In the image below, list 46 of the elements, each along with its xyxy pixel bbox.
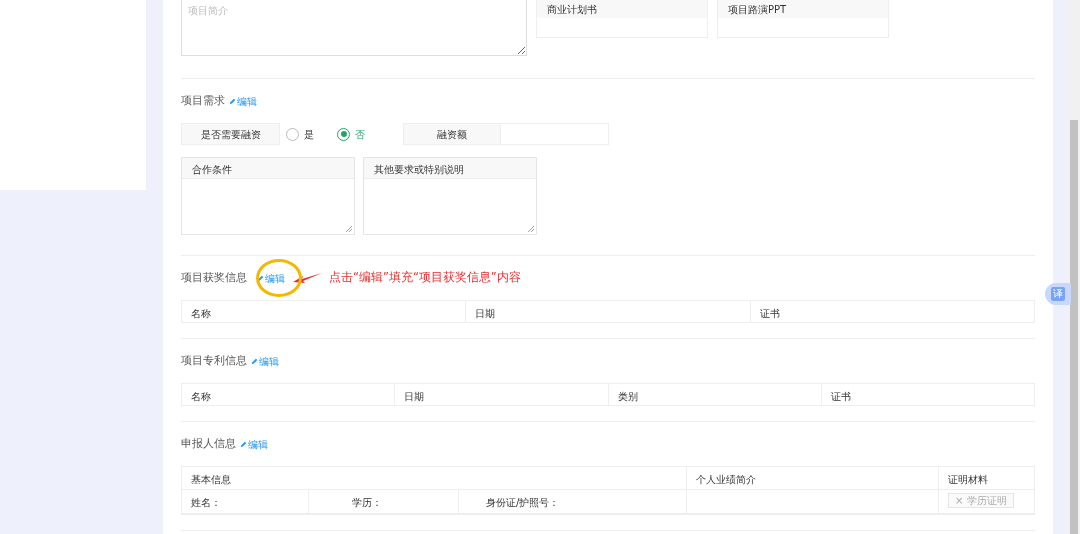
text-area[interactable]: 合作条件 <box>181 157 355 235</box>
edit-link[interactable]: 编辑 <box>240 436 268 452</box>
column-header: 证书 <box>820 384 1034 405</box>
attachment-box[interactable]: 商业计划书 <box>536 0 708 38</box>
column-header: 证书 <box>749 301 1034 322</box>
field-label: 是否需要融资 <box>181 123 280 145</box>
radio-option[interactable]: 是 <box>286 126 331 142</box>
edit-link[interactable]: 编辑 <box>257 270 285 286</box>
edit-link[interactable]: 编辑 <box>251 353 279 369</box>
column-header: 名称 <box>190 390 212 404</box>
resize-grip-icon[interactable] <box>528 226 534 232</box>
column-header: 个人业绩简介 <box>686 467 938 489</box>
section-title: 项目需求 <box>181 92 225 109</box>
annotation-text: 点击“编辑”填充“项目获奖信息”内容 <box>329 269 521 287</box>
proof-button[interactable]: × 学历证明 <box>948 493 1015 508</box>
text-area[interactable]: 其他要求或特别说明 <box>363 157 537 235</box>
column-header: 类别 <box>607 384 821 405</box>
column-header: 日期 <box>394 384 608 405</box>
column-header: 证明材料 <box>938 467 1034 489</box>
pencil-icon <box>240 440 247 448</box>
field-label: 合作条件 <box>182 158 354 179</box>
section-title: 申报人信息 <box>181 435 236 452</box>
column-header: 日期 <box>465 301 750 322</box>
pencil-icon <box>257 274 264 282</box>
field-label: 身份证/护照号： <box>458 490 686 513</box>
attachment-box[interactable]: 项目路演PPT <box>717 0 889 38</box>
field-label: 其他要求或特别说明 <box>364 158 536 179</box>
section-title: 项目专利信息 <box>181 352 247 369</box>
radio-option[interactable]: 否 <box>337 126 382 142</box>
attachment-label: 商业计划书 <box>537 0 707 18</box>
attachment-label: 项目路演PPT <box>718 0 888 18</box>
edit-link[interactable]: 编辑 <box>229 93 257 109</box>
field-label: 姓名： <box>190 496 222 510</box>
pencil-icon <box>229 97 236 105</box>
highlight-ring <box>256 259 302 297</box>
column-header: 基本信息 <box>190 473 232 487</box>
resize-grip-icon[interactable] <box>346 226 352 232</box>
translate-button[interactable]: 译 <box>1045 283 1071 305</box>
section-title: 项目获奖信息 <box>181 269 247 286</box>
scrollbar[interactable] <box>1068 0 1080 534</box>
scrollbar-thumb[interactable] <box>1070 120 1078 534</box>
field-label: 学历： <box>308 490 458 513</box>
arrow-icon <box>293 271 323 285</box>
field-label: 融资额 <box>403 123 501 145</box>
column-header: 名称 <box>190 307 212 321</box>
pencil-icon <box>251 357 258 365</box>
